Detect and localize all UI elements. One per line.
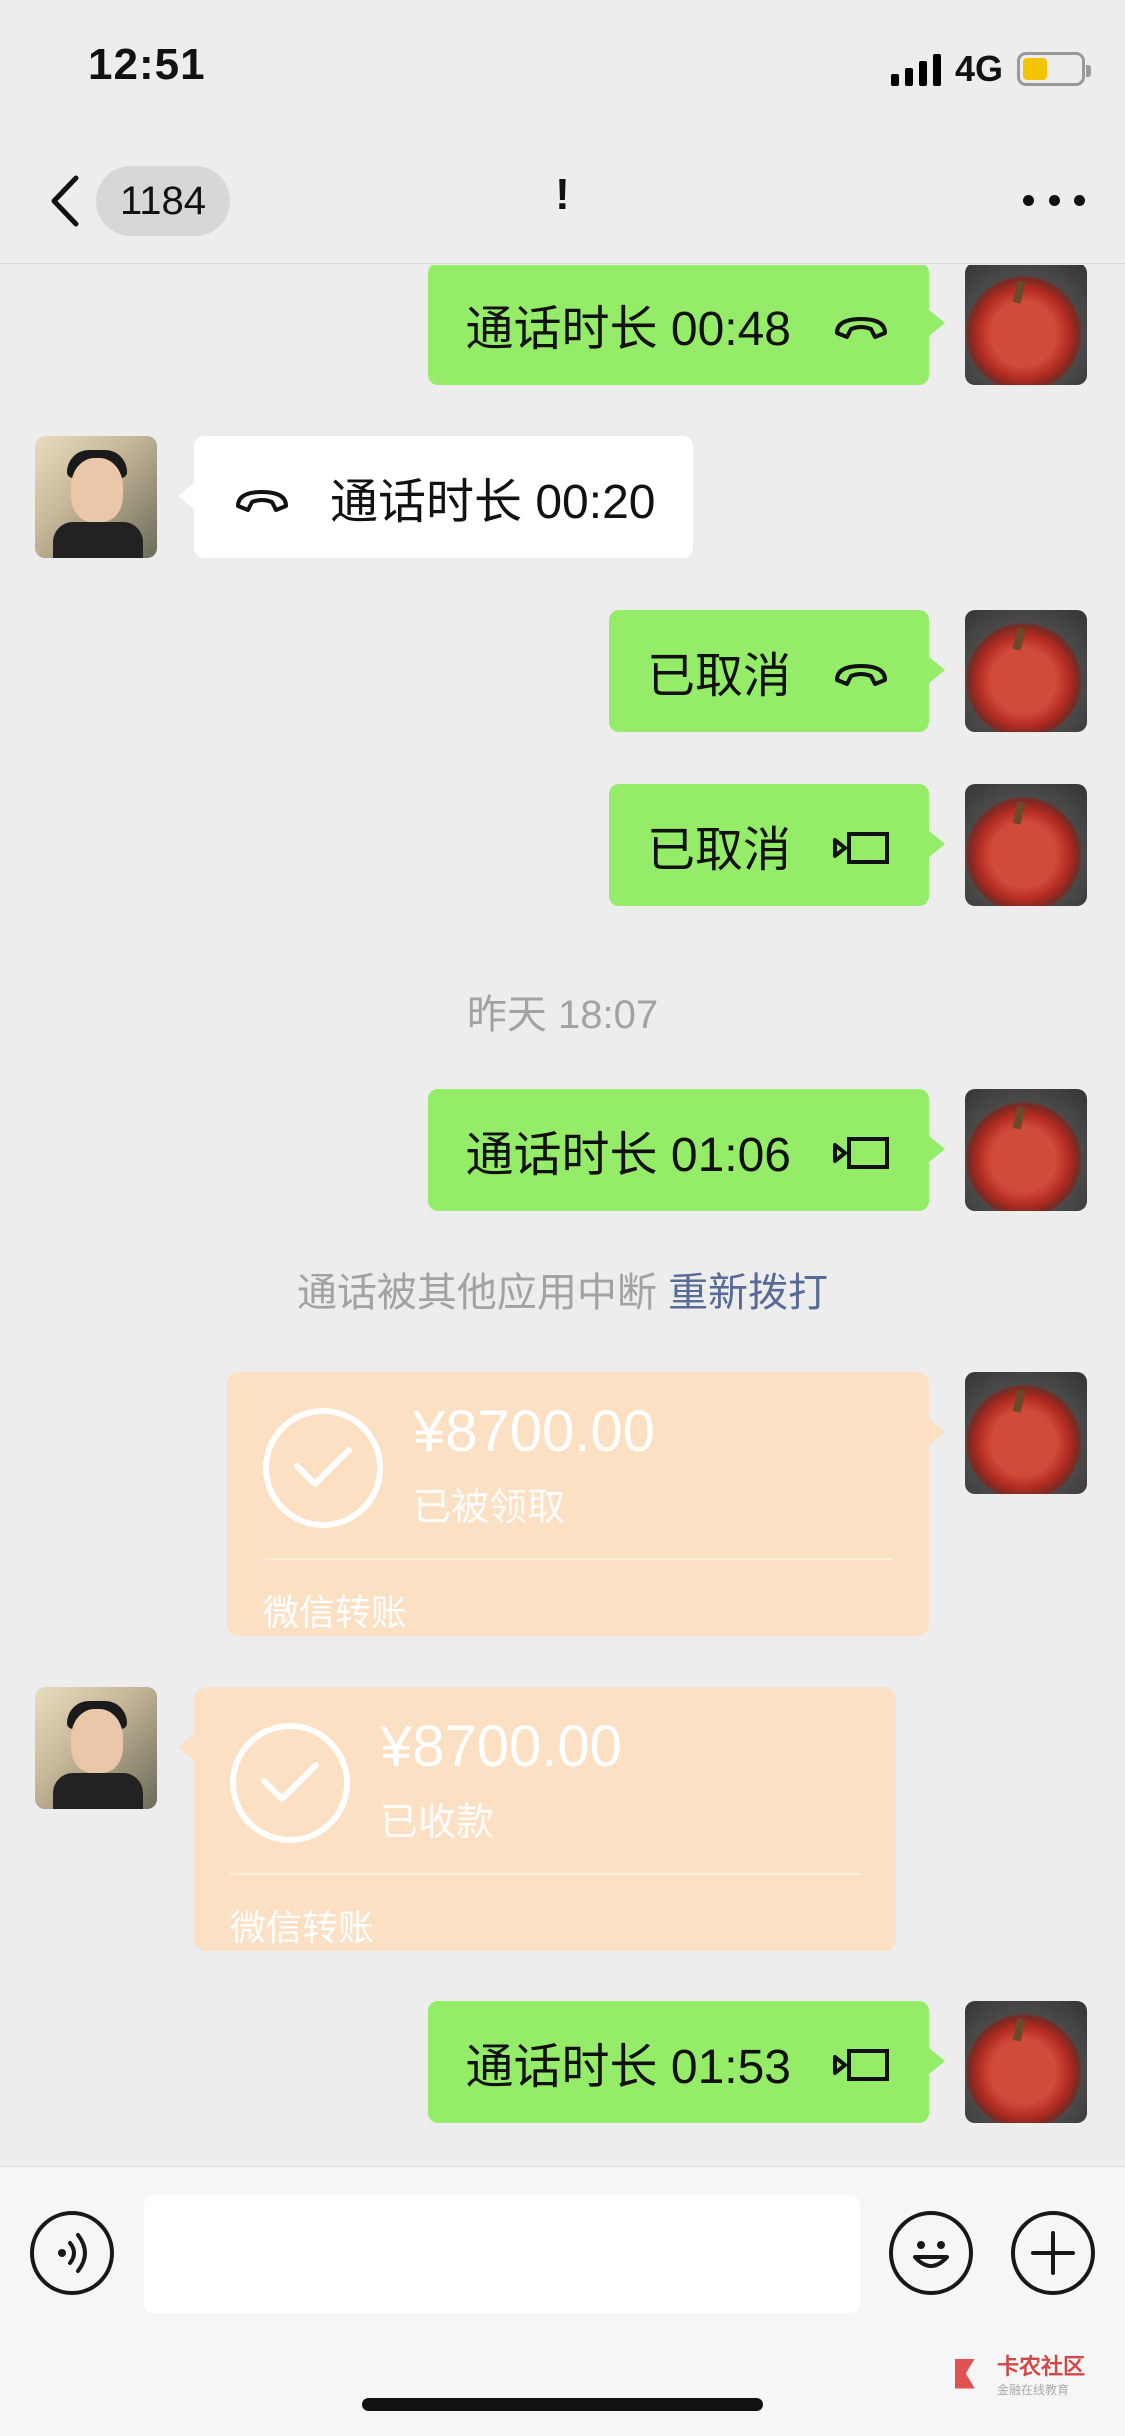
- message-timestamp: 昨天 18:07: [466, 993, 659, 1037]
- watermark-subtitle: 金融在线教育: [996, 2383, 1069, 2397]
- phone-hangup-icon: [831, 304, 891, 344]
- smiley-icon: [913, 2241, 949, 2268]
- message-input[interactable]: [144, 2195, 860, 2313]
- dot-icon: [1074, 194, 1085, 206]
- watermark: 卡农社区 金融在线教育: [954, 2349, 1085, 2398]
- input-bar: 卡农社区 金融在线教育: [0, 2166, 1125, 2436]
- home-indicator[interactable]: [362, 2398, 763, 2411]
- status-indicators: 4G: [890, 48, 1091, 90]
- status-bar: 12:51 4G: [0, 0, 1125, 140]
- checkmark-circle-icon: [263, 1408, 383, 1528]
- network-type: 4G: [954, 48, 1003, 89]
- more-functions-button[interactable]: [1011, 2211, 1095, 2295]
- video-camera-icon: [831, 2042, 891, 2082]
- voice-icon: [58, 2233, 87, 2273]
- transfer-card[interactable]: ¥8700.00 已收款 微信转账: [178, 1687, 896, 1951]
- my-avatar[interactable]: [965, 784, 1087, 906]
- call-record-text: 通话时长 01:06: [465, 1129, 791, 1182]
- divider: [263, 1558, 893, 1560]
- chat-header: 1184 !: [0, 140, 1125, 264]
- transfer-label: 微信转账: [230, 1907, 375, 1948]
- watermark-title: 卡农社区: [996, 2354, 1085, 2379]
- checkmark-circle-icon: [230, 1723, 350, 1843]
- transfer-status: 已收款: [380, 1802, 495, 1844]
- phone-hangup-icon: [831, 651, 891, 691]
- battery-icon: [1017, 52, 1091, 86]
- call-record-bubble[interactable]: 通话时长 01:06: [427, 1089, 946, 1211]
- call-record-text: 通话时长 01:53: [465, 2041, 791, 2094]
- message-list[interactable]: 通话时长 00:48 通话时长 00:20 已取消 已取消 昨天 18:07 通…: [0, 265, 1125, 2165]
- back-button[interactable]: [40, 166, 90, 236]
- chevron-left-icon: [51, 175, 79, 227]
- contact-avatar[interactable]: [35, 1687, 157, 1809]
- divider: [230, 1873, 860, 1875]
- video-camera-icon: [831, 1130, 891, 1170]
- call-record-bubble[interactable]: 通话时长 00:20: [177, 436, 694, 558]
- transfer-label: 微信转账: [263, 1592, 408, 1633]
- unread-count-badge[interactable]: 1184: [96, 166, 231, 236]
- transfer-card[interactable]: ¥8700.00 已被领取 微信转账: [227, 1372, 945, 1636]
- system-message-text: 通话被其他应用中断: [296, 1271, 657, 1315]
- video-camera-icon: [831, 825, 891, 865]
- my-avatar[interactable]: [965, 2001, 1087, 2123]
- call-record-bubble[interactable]: 通话时长 00:48: [427, 265, 946, 385]
- dot-icon: [1048, 194, 1060, 206]
- call-record-bubble[interactable]: 已取消: [608, 610, 946, 732]
- my-avatar[interactable]: [965, 610, 1087, 732]
- call-record-text: 通话时长 00:48: [465, 303, 791, 356]
- redial-link[interactable]: 重新拨打: [668, 1271, 828, 1315]
- transfer-amount: ¥8700.00: [413, 1399, 655, 1464]
- call-record-bubble[interactable]: 已取消: [608, 784, 946, 906]
- more-options-button[interactable]: [1023, 184, 1085, 216]
- dot-icon: [1023, 194, 1034, 206]
- transfer-amount: ¥8700.00: [380, 1714, 622, 1779]
- status-time: 12:51: [88, 40, 206, 89]
- transfer-status: 已被领取: [413, 1487, 566, 1529]
- call-record-text: 通话时长 00:20: [330, 476, 656, 529]
- call-record-text: 已取消: [646, 824, 791, 877]
- signal-icon: [890, 52, 941, 86]
- my-avatar[interactable]: [965, 1372, 1087, 1494]
- voice-input-button[interactable]: [30, 2211, 114, 2295]
- kanong-logo-icon: [954, 2358, 975, 2389]
- plus-icon: [1031, 2231, 1075, 2275]
- my-avatar[interactable]: [965, 1089, 1087, 1211]
- call-record-text: 已取消: [646, 650, 791, 703]
- my-avatar[interactable]: [965, 265, 1087, 385]
- phone-hangup-icon: [232, 477, 292, 517]
- system-message: 通话被其他应用中断 重新拨打: [0, 1260, 1125, 1318]
- call-record-bubble[interactable]: 通话时长 01:53: [427, 2001, 946, 2123]
- emoji-button[interactable]: [889, 2211, 973, 2295]
- contact-avatar[interactable]: [35, 436, 157, 558]
